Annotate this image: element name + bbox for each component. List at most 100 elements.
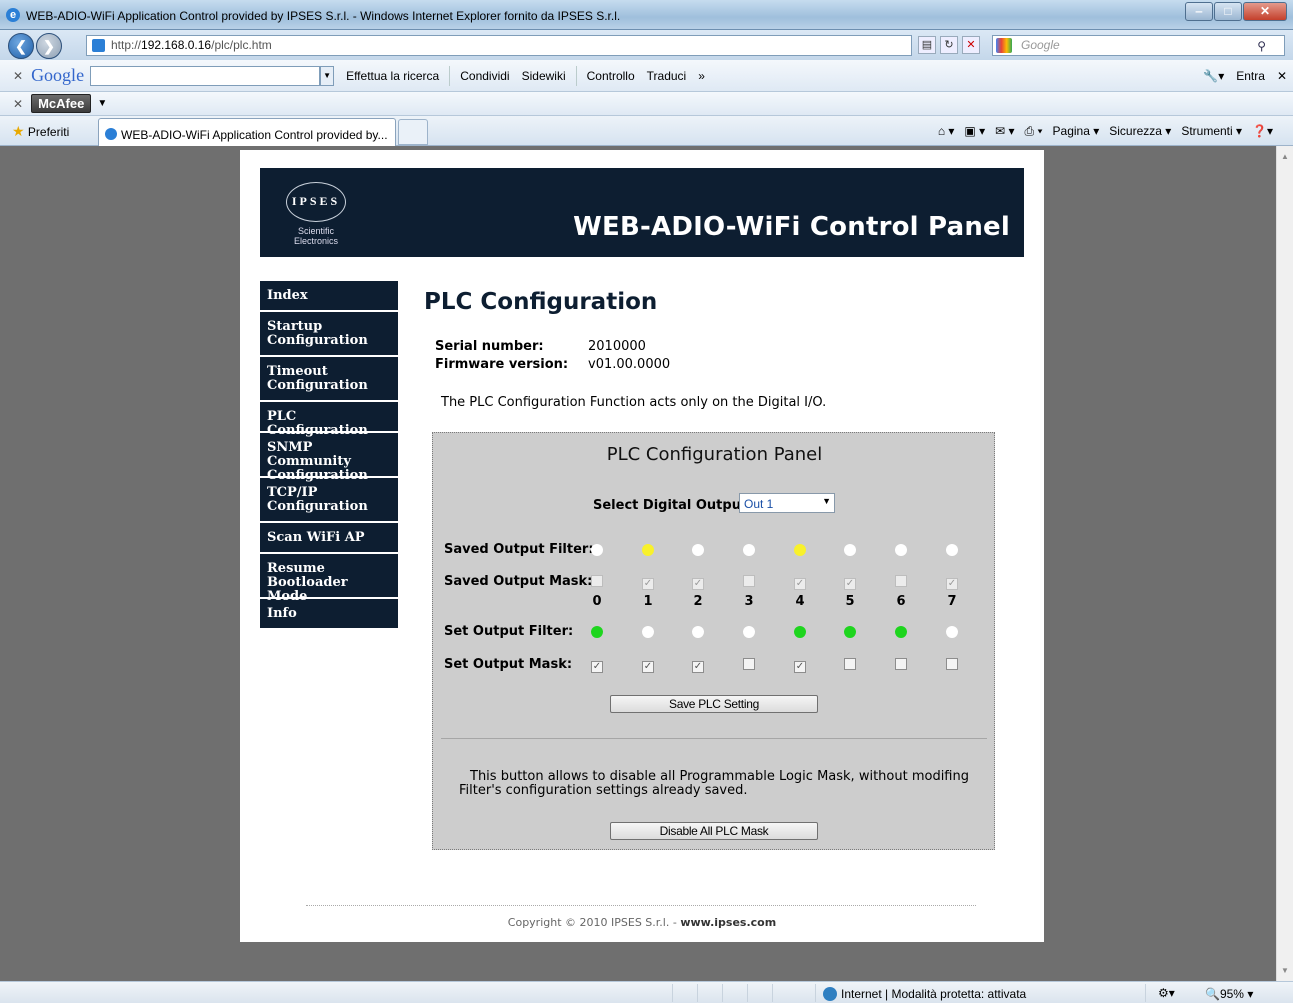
- mail-icon[interactable]: ✉ ▾: [995, 124, 1014, 139]
- set-mask-checkbox[interactable]: ✓: [639, 658, 657, 673]
- digital-output-select[interactable]: Out 1 ▼: [739, 493, 835, 513]
- save-plc-button[interactable]: Save PLC Setting: [610, 695, 818, 713]
- zoom-control[interactable]: 🔍95% ▾: [1205, 987, 1253, 1001]
- set-filter-label: Set Output Filter:: [444, 624, 574, 639]
- logo-subtitle-1: Scientific: [297, 226, 334, 236]
- maximize-button[interactable]: □: [1214, 2, 1242, 21]
- bit-number: 2: [693, 594, 703, 609]
- page-icon: [92, 39, 105, 52]
- menu-item-bootloader[interactable]: Resume Bootloader Mode: [260, 554, 398, 604]
- footer: Copyright © 2010 IPSES S.r.l. - www.ipse…: [240, 916, 1044, 929]
- saved-mask-checkbox: ✓: [642, 578, 654, 590]
- set-filter-led[interactable]: [841, 626, 859, 641]
- menu-item-tcpip[interactable]: TCP/IP Configuration: [260, 478, 398, 521]
- compat-view-icon[interactable]: ▤: [918, 36, 936, 54]
- tools-menu[interactable]: Strumenti ▾: [1181, 124, 1242, 139]
- refresh-icon[interactable]: ↻: [940, 36, 958, 54]
- mcafee-toolbar: ✕ McAfee ▼: [0, 92, 1293, 116]
- page-title: PLC Configuration: [424, 289, 658, 315]
- serial-value: 2010000: [588, 339, 646, 354]
- menu-item-timeout[interactable]: Timeout Configuration: [260, 357, 398, 400]
- page-menu[interactable]: Pagina ▾: [1053, 124, 1100, 139]
- google-search-input[interactable]: [90, 65, 321, 86]
- toolbar-spellcheck-button[interactable]: Controllo: [587, 69, 635, 83]
- print-icon[interactable]: ⎙ ▾: [1025, 124, 1043, 139]
- security-zone[interactable]: Internet | Modalità protetta: attivata: [823, 987, 1026, 1001]
- minimize-button[interactable]: ‒: [1185, 2, 1213, 21]
- menu-item-snmp[interactable]: SNMP Community Configuration: [260, 433, 398, 483]
- wrench-icon[interactable]: 🔧▾: [1203, 69, 1224, 83]
- set-mask-checkbox[interactable]: ✓: [791, 658, 809, 673]
- help-icon[interactable]: ❓▾: [1252, 124, 1273, 139]
- ipses-logo: IPSES Scientific Electronics: [274, 182, 358, 246]
- stop-icon[interactable]: ✕: [962, 36, 980, 54]
- set-mask-checkbox[interactable]: [740, 658, 758, 673]
- toolbar-translate-button[interactable]: Traduci: [647, 69, 687, 83]
- mcafee-button[interactable]: McAfee: [31, 94, 92, 113]
- favorites-button[interactable]: ★ Preferiti: [12, 123, 69, 140]
- toolbar-sidewiki-button[interactable]: Sidewiki: [522, 69, 566, 83]
- close-icon[interactable]: ✕: [1277, 69, 1287, 83]
- logo-subtitle-2: Electronics: [293, 236, 338, 246]
- disable-plc-mask-button[interactable]: Disable All PLC Mask: [610, 822, 818, 840]
- forward-button[interactable]: ❯: [36, 33, 62, 59]
- close-toolbar-icon[interactable]: ✕: [13, 69, 23, 83]
- set-mask-checkbox[interactable]: [841, 658, 859, 673]
- set-filter-led[interactable]: [588, 626, 606, 641]
- set-mask-checkbox[interactable]: [943, 658, 961, 673]
- set-filter-led[interactable]: [791, 626, 809, 641]
- security-menu[interactable]: Sicurezza ▾: [1109, 124, 1171, 139]
- menu-item-plc[interactable]: PLC Configuration: [260, 402, 398, 438]
- menu-item-startup[interactable]: Startup Configuration: [260, 312, 398, 355]
- close-window-button[interactable]: ✕: [1243, 2, 1287, 21]
- feeds-icon[interactable]: ▣ ▾: [964, 124, 985, 139]
- set-filter-led[interactable]: [639, 626, 657, 641]
- menu-item-index[interactable]: Index: [260, 281, 398, 310]
- set-mask-checkbox[interactable]: ✓: [588, 658, 606, 673]
- saved-mask-checkbox: ✓: [844, 578, 856, 590]
- set-filter-led[interactable]: [892, 626, 910, 641]
- star-icon: ★: [12, 123, 25, 139]
- toolbar-share-button[interactable]: Condividi: [460, 69, 509, 83]
- saved-mask-label: Saved Output Mask:: [444, 574, 593, 589]
- sign-in-button[interactable]: Entra: [1236, 69, 1265, 83]
- back-button[interactable]: ❮: [8, 33, 34, 59]
- browser-tab[interactable]: WEB-ADIO-WiFi Application Control provid…: [98, 118, 396, 146]
- window-title-bar: e WEB-ADIO-WiFi Application Control prov…: [0, 0, 1293, 30]
- header-banner: IPSES Scientific Electronics WEB-ADIO-WiF…: [260, 168, 1024, 257]
- chevron-down-icon[interactable]: ▼: [97, 98, 107, 109]
- address-input[interactable]: http://192.168.0.16/plc/plc.htm: [86, 35, 912, 56]
- select-value: Out 1: [744, 497, 774, 511]
- toolbar-divider: [449, 65, 451, 86]
- saved-mask-checkbox: [740, 575, 758, 590]
- saved-filter-led: [740, 544, 758, 559]
- scroll-up-icon[interactable]: ▲: [1281, 152, 1289, 161]
- panel-title: PLC Configuration Panel: [606, 444, 823, 465]
- close-toolbar-icon[interactable]: ✕: [13, 97, 23, 111]
- google-toolbar: ✕ Google ▼ Effettua la ricerca Condividi…: [0, 60, 1293, 92]
- set-filter-led[interactable]: [689, 626, 707, 641]
- set-filter-led[interactable]: [943, 626, 961, 641]
- zone-text: Internet | Modalità protetta: attivata: [841, 987, 1027, 1001]
- favorites-bar: ★ Preferiti WEB-ADIO-WiFi Application Co…: [0, 116, 1293, 146]
- new-tab-button[interactable]: [398, 119, 428, 145]
- toolbar-more-button[interactable]: »: [698, 69, 705, 83]
- scroll-down-icon[interactable]: ▼: [1281, 966, 1289, 975]
- chevron-down-icon[interactable]: ▼: [320, 65, 335, 86]
- plc-note: The PLC Configuration Function acts only…: [441, 395, 827, 410]
- vertical-scrollbar[interactable]: ▲ ▼: [1276, 146, 1293, 981]
- set-filter-led[interactable]: [740, 626, 758, 641]
- search-icon[interactable]: ⚲: [1257, 37, 1266, 56]
- set-mask-checkbox[interactable]: ✓: [689, 658, 707, 673]
- protected-mode-icon[interactable]: ⚙▾: [1158, 986, 1175, 1000]
- saved-mask-checkbox: ✓: [794, 578, 806, 590]
- banner-title: WEB-ADIO-WiFi Control Panel: [573, 212, 1010, 242]
- toolbar-search-button[interactable]: Effettua la ricerca: [346, 69, 439, 83]
- globe-icon: [823, 987, 837, 1001]
- set-mask-checkbox[interactable]: [892, 658, 910, 673]
- menu-item-scan-wifi[interactable]: Scan WiFi AP: [260, 523, 398, 552]
- saved-mask-checkbox: [892, 575, 910, 590]
- search-input[interactable]: Google ⚲: [992, 35, 1285, 56]
- footer-link[interactable]: www.ipses.com: [680, 916, 776, 929]
- home-icon[interactable]: ⌂ ▾: [938, 124, 955, 139]
